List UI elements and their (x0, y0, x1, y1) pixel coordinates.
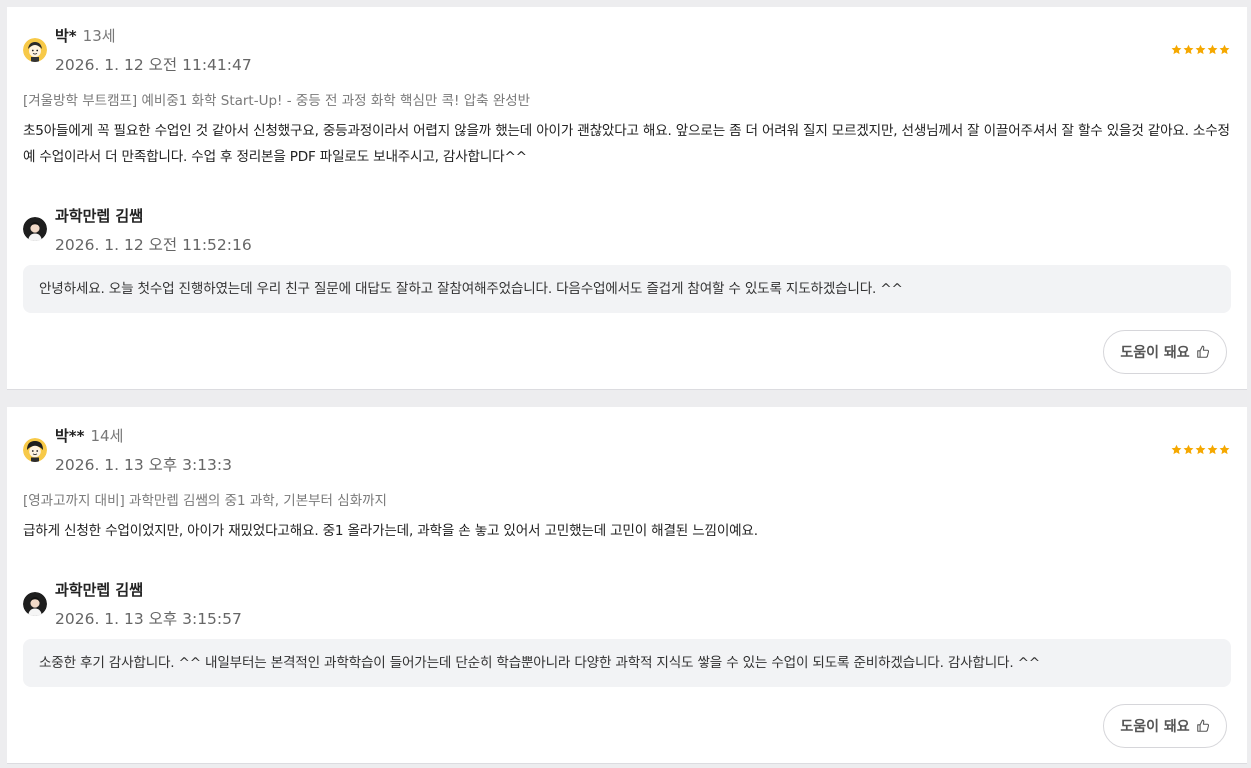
thumbs-up-icon (1196, 345, 1209, 358)
reviewer-avatar (23, 38, 47, 62)
star-icon (1219, 444, 1230, 455)
star-rating (1171, 44, 1230, 55)
helpful-button[interactable]: 도움이 돼요 (1103, 704, 1227, 748)
reviewer-avatar (23, 438, 47, 462)
reviewer-name: 박* (55, 27, 77, 45)
reviewer-name: 박** (55, 427, 85, 445)
star-icon (1207, 444, 1218, 455)
star-icon (1171, 44, 1182, 55)
review-card: 박** 14세 2026. 1. 13 오후 3:13:3 [영과고까지 대비] … (7, 407, 1247, 764)
review-timestamp: 2026. 1. 13 오후 3:13:3 (55, 456, 233, 474)
course-title: [영과고까지 대비] 과학만렙 김쌤의 중1 과학, 기본부터 심화까지 (23, 493, 387, 509)
helpful-label: 도움이 돼요 (1120, 345, 1190, 361)
review-text: 초5아들에게 꼭 필요한 수업인 것 같아서 신청했구요, 중등과정이라서 어렵… (23, 123, 1230, 165)
star-icon (1219, 44, 1230, 55)
star-icon (1171, 444, 1182, 455)
helpful-button[interactable]: 도움이 돼요 (1103, 330, 1227, 374)
review-text: 급하게 신청한 수업이었지만, 아이가 재밌었다고해요. 중1 올라가는데, 과… (23, 523, 758, 539)
teacher-reply: 안녕하세요. 오늘 첫수업 진행하였는데 우리 친구 질문에 대답도 잘하고 잘… (23, 265, 1231, 313)
reviewer-age: 14세 (90, 427, 124, 445)
review-feed: 박* 13세 2026. 1. 12 오전 11:41:47 [겨울방학 부트캠프… (0, 0, 1251, 768)
star-icon (1195, 44, 1206, 55)
review-timestamp: 2026. 1. 12 오전 11:41:47 (55, 56, 252, 74)
teacher-reply: 소중한 후기 감사합니다. ^^ 내일부터는 본격적인 과학학습이 들어가는데 … (23, 639, 1231, 687)
reply-timestamp: 2026. 1. 12 오전 11:52:16 (55, 236, 252, 254)
course-title: [겨울방학 부트캠프] 예비중1 화학 Start-Up! - 중등 전 과정 … (23, 93, 531, 109)
teacher-name: 과학만렙 김쌤 (55, 581, 144, 599)
thumbs-up-icon (1196, 719, 1209, 732)
teacher-avatar (23, 217, 47, 241)
helpful-label: 도움이 돼요 (1120, 719, 1190, 735)
reviewer-line: 박* 13세 (55, 26, 116, 46)
star-icon (1183, 444, 1194, 455)
star-rating (1171, 444, 1230, 455)
reviewer-line: 박** 14세 (55, 426, 123, 446)
star-icon (1207, 44, 1218, 55)
reviewer-age: 13세 (82, 27, 116, 45)
review-card: 박* 13세 2026. 1. 12 오전 11:41:47 [겨울방학 부트캠프… (7, 7, 1247, 390)
star-icon (1195, 444, 1206, 455)
teacher-name: 과학만렙 김쌤 (55, 207, 144, 225)
teacher-avatar (23, 592, 47, 616)
reply-timestamp: 2026. 1. 13 오후 3:15:57 (55, 610, 242, 628)
star-icon (1183, 44, 1194, 55)
